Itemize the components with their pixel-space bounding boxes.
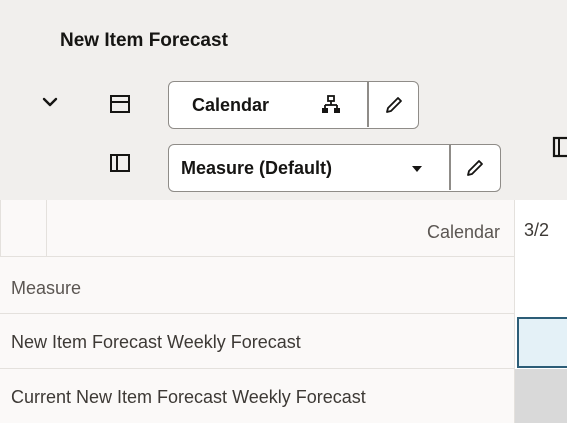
- chevron-down-icon[interactable]: [40, 92, 60, 112]
- row-layout-icon: [110, 95, 130, 113]
- measure-chip-label: Measure (Default): [181, 158, 333, 178]
- pivot-toolbar: Calendar Measure (Default): [0, 76, 567, 200]
- panel-icon[interactable]: [552, 136, 567, 158]
- edit-pencil-icon[interactable]: [464, 157, 486, 179]
- selected-data-cell[interactable]: [517, 317, 567, 368]
- measure-dimension-chip[interactable]: Measure (Default): [168, 144, 501, 192]
- chip-divider: [367, 82, 369, 127]
- table-row: New Item Forecast Weekly Forecast: [0, 314, 515, 369]
- edit-pencil-icon[interactable]: [383, 94, 405, 116]
- calendar-dimension-chip[interactable]: Calendar: [168, 81, 419, 129]
- calendar-chip-label: Calendar: [192, 95, 270, 115]
- calendar-header-cell: Calendar: [47, 200, 515, 257]
- hierarchy-icon[interactable]: [320, 94, 342, 116]
- date-column-header[interactable]: 3/2: [515, 200, 567, 314]
- page-title: New Item Forecast: [60, 30, 228, 51]
- chip-divider: [449, 145, 451, 190]
- measure-header-label: Measure: [11, 278, 82, 298]
- row-label: New Item Forecast Weekly Forecast: [11, 332, 301, 352]
- forecast-grid: Calendar Measure New Item Forecast Weekl…: [0, 200, 567, 423]
- calendar-header-label: Calendar: [426, 222, 500, 242]
- grid-corner-cell: [0, 200, 47, 257]
- table-row: Current New Item Forecast Weekly Forecas…: [0, 369, 515, 423]
- caret-down-icon[interactable]: [409, 161, 425, 177]
- date-column-label: 3/2: [524, 220, 550, 240]
- row-label: Current New Item Forecast Weekly Forecas…: [11, 387, 366, 407]
- readonly-data-cell: [515, 369, 567, 423]
- column-layout-icon: [110, 154, 130, 172]
- measure-header-cell: Measure: [0, 257, 515, 314]
- view-header: New Item Forecast: [0, 0, 567, 76]
